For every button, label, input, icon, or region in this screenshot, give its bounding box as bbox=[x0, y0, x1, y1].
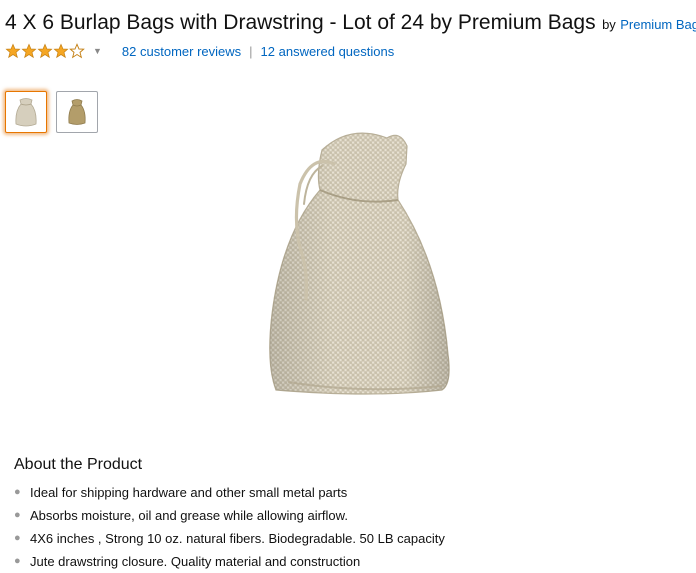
by-label: by bbox=[602, 17, 616, 32]
product-title-row: 4 X 6 Burlap Bags with Drawstring - Lot … bbox=[5, 11, 696, 35]
feature-bullet: ● Absorbs moisture, oil and grease while … bbox=[14, 504, 445, 527]
star-empty-icon bbox=[69, 43, 85, 59]
bullet-dot-icon: ● bbox=[14, 532, 21, 544]
customer-reviews-link[interactable]: 82 customer reviews bbox=[122, 44, 241, 59]
feature-bullet-text: Jute drawstring closure. Quality materia… bbox=[30, 554, 361, 569]
feature-bullet-text: Ideal for shipping hardware and other sm… bbox=[30, 485, 348, 500]
star-icon bbox=[5, 43, 21, 59]
answered-questions-link[interactable]: 12 answered questions bbox=[261, 44, 395, 59]
link-separator: | bbox=[249, 43, 253, 59]
thumbnail-burlap-bag-tan[interactable] bbox=[56, 91, 98, 133]
feature-bullet-text: Absorbs moisture, oil and grease while a… bbox=[30, 508, 348, 523]
brand-link[interactable]: Premium Bags bbox=[620, 17, 696, 32]
feature-bullet: ● Ideal for shipping hardware and other s… bbox=[14, 481, 445, 504]
bullet-dot-icon: ● bbox=[14, 509, 21, 521]
about-product-heading: About the Product bbox=[14, 456, 143, 473]
burlap-bag-tan-thumbnail-image bbox=[68, 99, 86, 125]
product-main-image bbox=[269, 132, 450, 395]
bullet-dot-icon: ● bbox=[14, 486, 21, 498]
chevron-down-icon[interactable]: ▼ bbox=[93, 46, 102, 56]
bullet-dot-icon: ● bbox=[14, 555, 21, 567]
feature-bullet: ● 4X6 inches , Strong 10 oz. natural fibe… bbox=[14, 527, 445, 550]
burlap-bag-thumbnail-image bbox=[15, 98, 37, 127]
star-icon bbox=[21, 43, 37, 59]
thumbnail-burlap-bag-front[interactable] bbox=[5, 91, 47, 133]
feature-bullet: ● Jute drawstring closure. Quality materi… bbox=[14, 550, 445, 573]
star-rating[interactable] bbox=[5, 43, 85, 59]
star-icon bbox=[53, 43, 69, 59]
product-title: 4 X 6 Burlap Bags with Drawstring - Lot … bbox=[5, 11, 596, 34]
rating-row: ▼ 82 customer reviews | 12 answered ques… bbox=[5, 41, 394, 61]
feature-bullet-text: 4X6 inches , Strong 10 oz. natural fiber… bbox=[30, 531, 445, 546]
star-icon bbox=[37, 43, 53, 59]
feature-bullet-list: ● Ideal for shipping hardware and other s… bbox=[14, 481, 445, 573]
